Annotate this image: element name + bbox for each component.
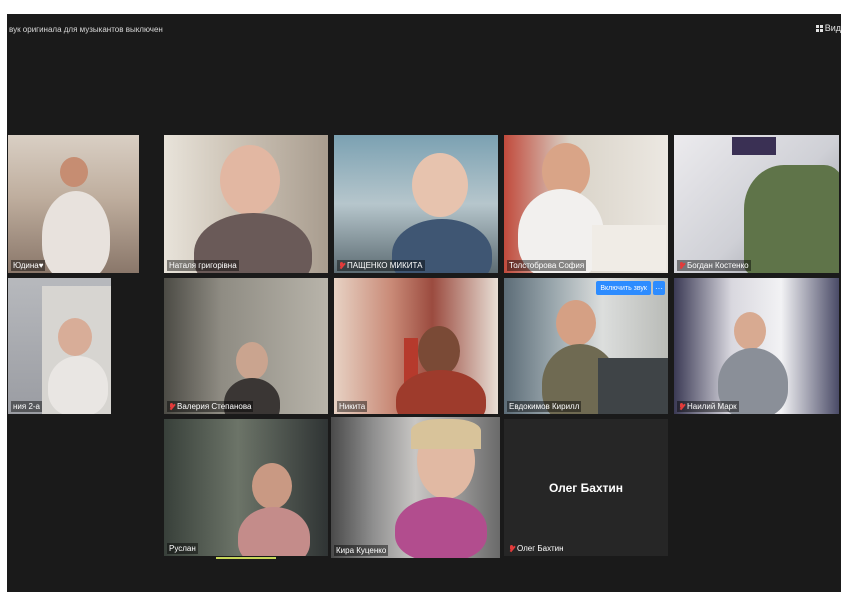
- participant-name: Наталя григорівна: [167, 260, 239, 271]
- participant-name: Толстоброва София: [507, 260, 587, 271]
- video-tile-active-speaker[interactable]: Кира Куценко: [331, 417, 500, 558]
- participant-name: Наилий Марк: [677, 401, 739, 412]
- video-tile[interactable]: Наталя григорівна: [164, 135, 328, 273]
- speaking-indicator: [216, 557, 276, 559]
- participant-name-text: Богдан Костенко: [687, 261, 749, 270]
- participant-name-text: ния 2-а: [13, 402, 41, 411]
- participant-name-text: Наталя григорівна: [169, 261, 237, 270]
- zoom-meeting-window: вук оригинала для музыкантов выключен Ви…: [7, 14, 841, 592]
- participant-name: Кира Куценко: [334, 545, 389, 556]
- top-bar: вук оригинала для музыкантов выключен Ви…: [7, 14, 841, 48]
- video-tile[interactable]: ния 2-а: [8, 278, 111, 414]
- mic-muted-icon: [509, 545, 515, 552]
- participant-name: Никита: [337, 401, 368, 412]
- participant-display-name: Олег Бахтин: [548, 481, 624, 495]
- video-tile[interactable]: ПАЩЕНКО МИКИТА: [334, 135, 498, 273]
- participant-name-text: Юдина♥: [13, 261, 44, 270]
- video-tile[interactable]: Наилий Марк: [674, 278, 839, 414]
- mic-muted-icon: [679, 262, 685, 269]
- participant-name-text: Руслан: [169, 544, 196, 553]
- participant-name-text: Евдокимов Кирилл: [509, 402, 580, 411]
- view-button-label: Вид: [824, 23, 841, 33]
- video-tile[interactable]: Включить звук ··· Евдокимов Кирилл: [504, 278, 668, 414]
- participant-name: Руслан: [167, 543, 198, 554]
- participant-name: Юдина♥: [11, 260, 46, 271]
- video-tile-no-video[interactable]: Олег Бахтин Олег Бахтин: [504, 419, 668, 556]
- video-tile[interactable]: Валерия Степанова: [164, 278, 328, 414]
- participant-name-text: Олег Бахтин: [517, 544, 564, 553]
- participant-name: ПАЩЕНКО МИКИТА: [337, 260, 425, 271]
- video-tile[interactable]: Толстоброва София: [504, 135, 668, 273]
- video-tile[interactable]: Руслан: [164, 419, 328, 556]
- participant-name: ния 2-а: [11, 401, 43, 412]
- original-sound-notice: вук оригинала для музыкантов выключен: [9, 25, 163, 34]
- view-button[interactable]: Вид: [815, 23, 841, 33]
- mic-muted-icon: [169, 403, 175, 410]
- participant-name-text: Валерия Степанова: [177, 402, 252, 411]
- participant-name: Олег Бахтин: [507, 543, 566, 554]
- video-tile[interactable]: Юдина♥: [8, 135, 139, 273]
- video-tile[interactable]: Богдан Костенко: [674, 135, 839, 273]
- more-options-button[interactable]: ···: [653, 281, 665, 295]
- participant-name-text: Кира Куценко: [336, 546, 387, 555]
- grid-view-icon: [815, 24, 823, 32]
- participant-name: Богдан Костенко: [677, 260, 751, 271]
- unmute-button[interactable]: Включить звук: [596, 281, 651, 295]
- participant-name-text: Наилий Марк: [687, 402, 737, 411]
- participant-name-text: ПАЩЕНКО МИКИТА: [347, 261, 423, 270]
- participant-name-text: Никита: [339, 402, 366, 411]
- participant-name: Валерия Степанова: [167, 401, 254, 412]
- mic-muted-icon: [339, 262, 345, 269]
- participant-name: Евдокимов Кирилл: [507, 401, 582, 412]
- participant-name-text: Толстоброва София: [509, 261, 585, 270]
- mic-muted-icon: [679, 403, 685, 410]
- video-tile[interactable]: Никита: [334, 278, 498, 414]
